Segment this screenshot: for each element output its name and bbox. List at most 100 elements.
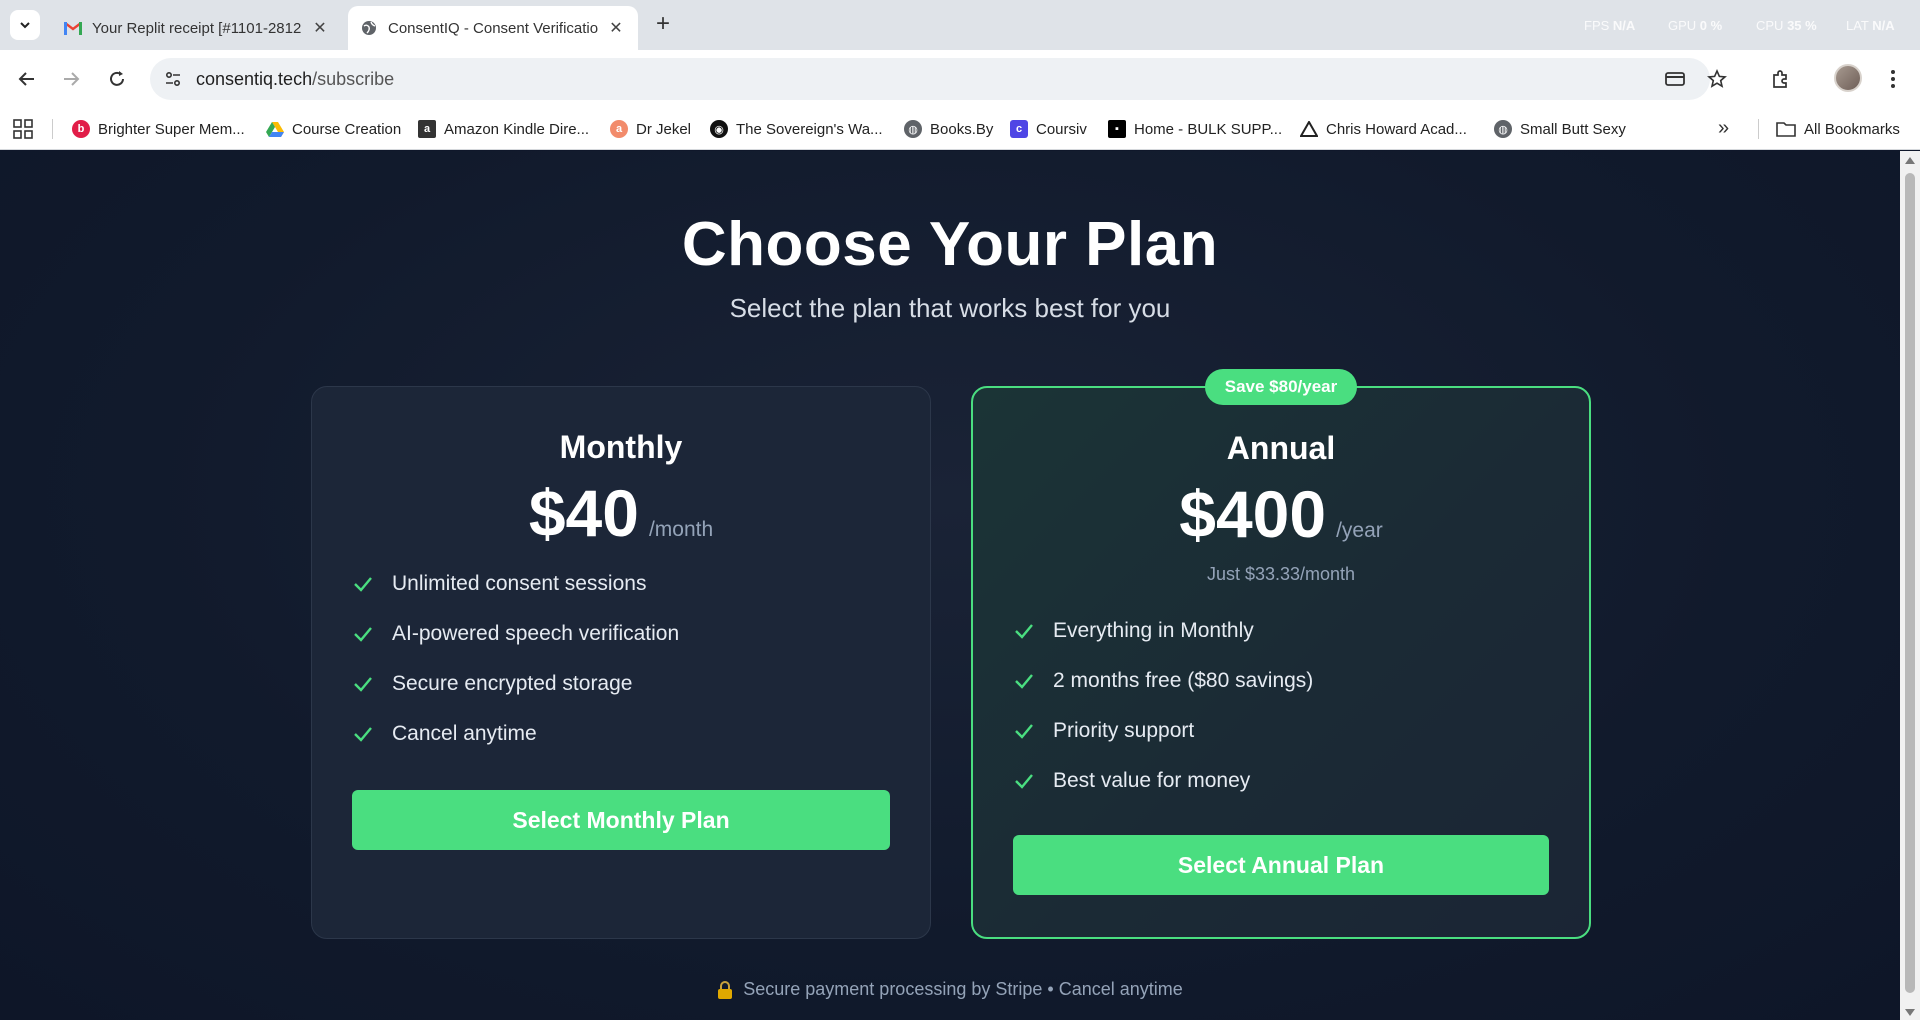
tab-replit-receipt[interactable]: Your Replit receipt [#1101-2812 ✕ (52, 6, 342, 50)
bookmark-item[interactable]: ◍ Books.By (904, 108, 993, 150)
per-month-price: Just $33.33/month (1206, 564, 1356, 584)
new-tab-button[interactable]: + (650, 12, 676, 38)
tab-strip: Your Replit receipt [#1101-2812 ✕ Consen… (0, 0, 1920, 50)
tab-search-button[interactable] (10, 10, 40, 40)
bookmark-item[interactable]: ▪ Home - BULK SUPP... (1108, 108, 1282, 150)
profile-avatar[interactable] (1834, 64, 1862, 92)
bookmark-label: The Sovereign's Wa... (736, 120, 883, 138)
bookmark-label: Course Creation (292, 120, 402, 138)
tab-consentiq[interactable]: ConsentIQ - Consent Verificatio ✕ (348, 6, 638, 50)
check-icon (1015, 624, 1033, 639)
star-icon[interactable] (1702, 64, 1732, 94)
check-icon (354, 727, 372, 742)
select-monthly-plan-button[interactable]: Select Monthly Plan (352, 790, 890, 850)
perf-fps: FPS N/A (1584, 18, 1636, 33)
address-bar[interactable]: consentiq.tech/subscribe (150, 58, 1727, 100)
price-row: $40 /month (312, 475, 930, 551)
feature-text: AI-powered speech verification (392, 622, 680, 645)
bookmark-item[interactable]: ◉ The Sovereign's Wa... (710, 108, 883, 150)
site-info-icon[interactable] (158, 64, 188, 94)
reload-button[interactable] (102, 64, 132, 94)
scroll-down-icon[interactable] (1905, 1009, 1915, 1016)
feature-list: Everything in Monthly 2 months free ($80… (1013, 606, 1313, 806)
url-text: consentiq.tech/subscribe (196, 69, 394, 90)
lock-icon (718, 980, 733, 999)
bookmark-item[interactable]: Course Creation (266, 108, 401, 150)
bookmark-label: Small Butt Sexy (1520, 120, 1626, 138)
all-bookmarks-label: All Bookmarks (1804, 120, 1900, 138)
all-bookmarks-button[interactable]: All Bookmarks (1776, 108, 1900, 150)
check-icon (1015, 724, 1033, 739)
scroll-up-icon[interactable] (1905, 157, 1915, 164)
feature-text: Best value for money (1053, 769, 1251, 792)
feature-list: Unlimited consent sessions AI-powered sp… (352, 559, 679, 759)
feature-text: Secure encrypted storage (392, 672, 633, 695)
check-icon (1015, 674, 1033, 689)
check-icon (1015, 774, 1033, 789)
kebab-menu-icon (1891, 70, 1895, 88)
feature-item: Best value for money (1013, 756, 1313, 806)
browser-toolbar: consentiq.tech/subscribe (0, 50, 1920, 108)
close-icon[interactable]: ✕ (310, 18, 330, 38)
divider (52, 119, 53, 139)
feature-item: Unlimited consent sessions (352, 559, 679, 609)
feature-text: Unlimited consent sessions (392, 572, 647, 595)
page-title: Choose Your Plan (681, 210, 1219, 279)
perf-lat: LAT N/A (1846, 18, 1895, 33)
savings-badge: Save $80/year (1205, 369, 1357, 405)
check-icon (354, 627, 372, 642)
bookmark-label: Home - BULK SUPP... (1134, 120, 1283, 138)
bookmark-item[interactable]: a Amazon Kindle Dire... (418, 108, 589, 150)
feature-item: Cancel anytime (352, 709, 679, 759)
bookmark-favicon-icon: ◉ (710, 120, 728, 138)
bookmark-item[interactable]: b Brighter Super Mem... (72, 108, 245, 150)
feature-item: 2 months free ($80 savings) (1013, 656, 1313, 706)
globe-icon (360, 19, 378, 37)
plan-period: /year (1336, 519, 1383, 542)
puzzle-icon (1773, 70, 1787, 88)
bookmark-label: Dr Jekel (636, 120, 692, 138)
bookmarks-bar: b Brighter Super Mem... Course Creation a… (0, 108, 1920, 150)
back-button[interactable] (12, 64, 42, 94)
triangle-icon (1300, 120, 1318, 138)
chevron-double-right-icon[interactable]: » (1718, 117, 1729, 140)
folder-icon (1776, 122, 1796, 137)
bookmark-label: Coursiv (1036, 120, 1087, 138)
bookmark-favicon-icon: a (610, 120, 628, 138)
bookmark-item[interactable]: c Coursiv (1010, 108, 1087, 150)
tab-title: ConsentIQ - Consent Verificatio (388, 19, 599, 37)
amazon-icon: a (418, 120, 436, 138)
close-icon[interactable]: ✕ (606, 18, 626, 38)
globe-icon: ◍ (1494, 120, 1512, 138)
scrollbar-thumb[interactable] (1905, 173, 1915, 993)
perf-gpu: GPU 0 % (1668, 18, 1723, 33)
plan-price: $40 (528, 476, 639, 550)
select-annual-plan-button[interactable]: Select Annual Plan (1013, 835, 1549, 895)
apps-grid-icon[interactable] (12, 118, 34, 140)
reload-icon (110, 71, 124, 86)
extensions-button[interactable] (1766, 64, 1796, 94)
feature-item: Secure encrypted storage (352, 659, 679, 709)
arrow-right-icon (64, 72, 80, 86)
feature-item: Priority support (1013, 706, 1313, 756)
url-path: /subscribe (312, 68, 395, 89)
divider (1758, 119, 1759, 139)
check-icon (354, 677, 372, 692)
card-icon[interactable] (1660, 64, 1690, 94)
menu-button[interactable] (1878, 64, 1908, 94)
bookmark-item[interactable]: Chris Howard Acad... (1300, 108, 1467, 150)
bookmark-favicon-icon: c (1010, 120, 1028, 138)
tab-title: Your Replit receipt [#1101-2812 (92, 19, 302, 37)
annual-plan-card: Annual $400 /year Just $33.33/month Ever… (971, 386, 1591, 939)
page-scrollbar[interactable] (1900, 151, 1920, 1020)
bookmark-item[interactable]: a Dr Jekel (610, 108, 691, 150)
bookmark-item[interactable]: ◍ Small Butt Sexy (1494, 108, 1626, 150)
google-drive-icon (266, 120, 284, 138)
bookmark-label: Brighter Super Mem... (98, 120, 245, 138)
forward-button[interactable] (56, 64, 86, 94)
plan-name: Monthly (559, 429, 683, 465)
feature-text: Priority support (1053, 719, 1195, 742)
footnote-text: Secure payment processing by Stripe • Ca… (743, 979, 1183, 999)
url-domain: consentiq.tech (196, 68, 313, 89)
page-subtitle: Select the plan that works best for you (729, 293, 1171, 323)
